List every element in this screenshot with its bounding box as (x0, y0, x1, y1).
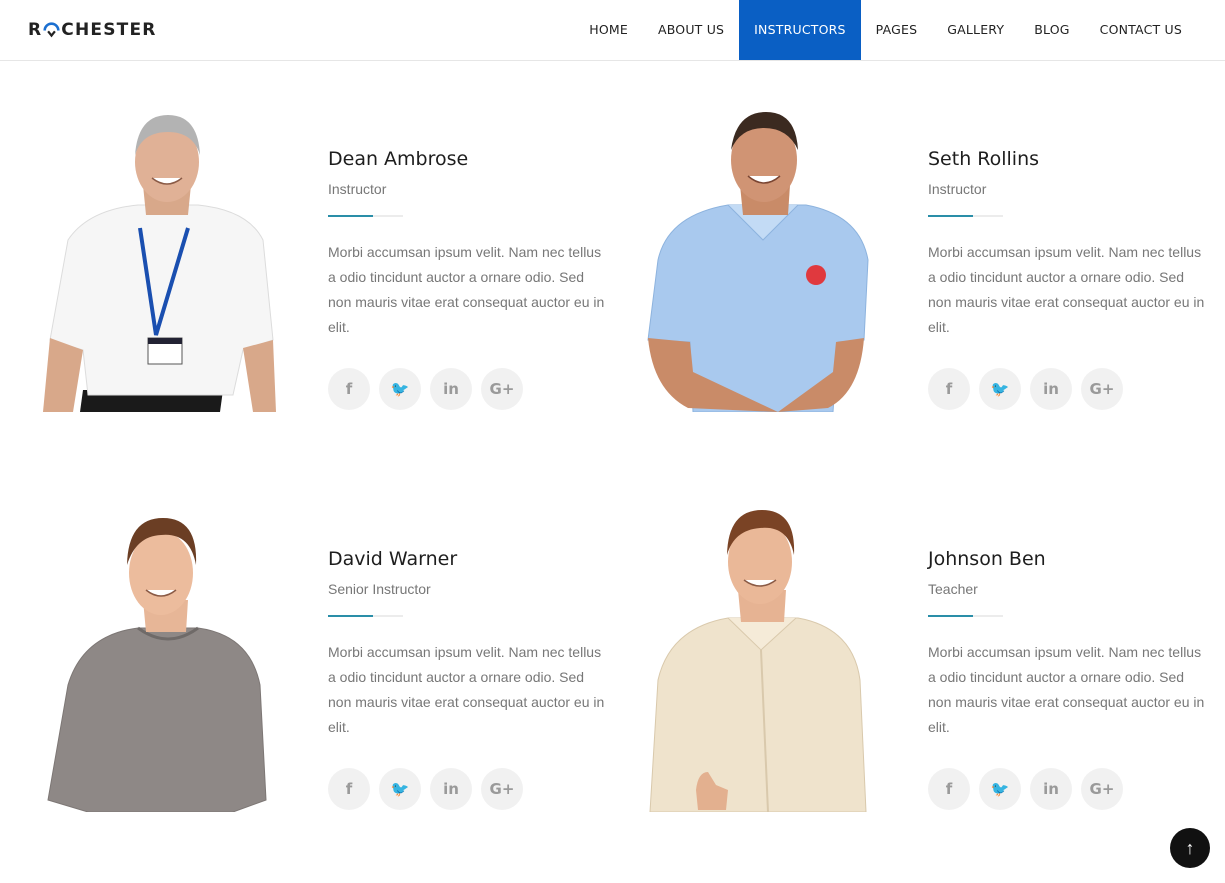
instructor-description: Morbi accumsan ipsum velit. Nam nec tell… (328, 244, 605, 335)
instructor-info: Seth Rollins Instructor Morbi accumsan i… (928, 148, 1208, 340)
instructor-role: Instructor (928, 181, 987, 197)
social-links: f 🐦 in G+ (928, 768, 1123, 810)
instructor-name: David Warner (328, 548, 458, 570)
linkedin-icon[interactable]: in (430, 368, 472, 410)
site-header: R CHESTER HOME ABOUT US INSTRUCTORS PAGE… (0, 0, 1225, 61)
instructor-card: David Warner Senior Instructor Morbi acc… (28, 510, 628, 830)
social-links: f 🐦 in G+ (328, 368, 523, 410)
logo-text-left: R (28, 20, 43, 40)
instructor-name: Dean Ambrose (328, 148, 469, 170)
google-plus-icon[interactable]: G+ (1081, 768, 1123, 810)
instructor-photo (47, 518, 267, 812)
facebook-icon[interactable]: f (928, 368, 970, 410)
divider (328, 615, 403, 617)
nav-gallery[interactable]: GALLERY (932, 0, 1019, 60)
instructor-description: Morbi accumsan ipsum velit. Nam nec tell… (928, 244, 1205, 335)
instructor-name: Seth Rollins (928, 148, 1040, 170)
twitter-icon[interactable]: 🐦 (979, 768, 1021, 810)
main-nav: HOME ABOUT US INSTRUCTORS PAGES GALLERY … (574, 0, 1197, 60)
instructor-name: Johnson Ben (928, 548, 1046, 570)
nav-pages[interactable]: PAGES (861, 0, 933, 60)
facebook-icon[interactable]: f (928, 768, 970, 810)
instructor-role: Instructor (328, 181, 387, 197)
instructor-photo (649, 510, 867, 812)
site-logo[interactable]: R CHESTER (28, 19, 157, 41)
social-links: f 🐦 in G+ (928, 368, 1123, 410)
instructor-description: Morbi accumsan ipsum velit. Nam nec tell… (328, 644, 605, 735)
divider (928, 215, 1003, 217)
instructor-card: Seth Rollins Instructor Morbi accumsan i… (628, 110, 1225, 430)
google-plus-icon[interactable]: G+ (1081, 368, 1123, 410)
nav-blog[interactable]: BLOG (1019, 0, 1084, 60)
instructor-photo (647, 112, 869, 412)
arrow-up-icon: ↑ (1185, 837, 1195, 858)
linkedin-icon[interactable]: in (1030, 768, 1072, 810)
instructor-photo (43, 115, 276, 412)
instructor-info: Johnson Ben Teacher Morbi accumsan ipsum… (928, 548, 1208, 740)
facebook-icon[interactable]: f (328, 768, 370, 810)
logo-text-right: CHESTER (61, 20, 157, 40)
nav-about-us[interactable]: ABOUT US (643, 0, 739, 60)
instructor-description: Morbi accumsan ipsum velit. Nam nec tell… (928, 644, 1205, 735)
nav-instructors[interactable]: INSTRUCTORS (739, 0, 861, 60)
facebook-icon[interactable]: f (328, 368, 370, 410)
linkedin-icon[interactable]: in (1030, 368, 1072, 410)
instructor-card: Johnson Ben Teacher Morbi accumsan ipsum… (628, 510, 1225, 830)
instructor-card: Dean Ambrose Instructor Morbi accumsan i… (28, 110, 628, 430)
nav-home[interactable]: HOME (574, 0, 643, 60)
twitter-icon[interactable]: 🐦 (379, 368, 421, 410)
twitter-icon[interactable]: 🐦 (379, 768, 421, 810)
steering-wheel-icon (43, 21, 60, 37)
social-links: f 🐦 in G+ (328, 768, 523, 810)
instructor-role: Senior Instructor (328, 581, 431, 597)
instructor-info: Dean Ambrose Instructor Morbi accumsan i… (328, 148, 608, 340)
instructor-info: David Warner Senior Instructor Morbi acc… (328, 548, 608, 740)
scroll-to-top-button[interactable]: ↑ (1170, 828, 1210, 868)
nav-contact-us[interactable]: CONTACT US (1085, 0, 1197, 60)
divider (928, 615, 1003, 617)
google-plus-icon[interactable]: G+ (481, 768, 523, 810)
twitter-icon[interactable]: 🐦 (979, 368, 1021, 410)
linkedin-icon[interactable]: in (430, 768, 472, 810)
google-plus-icon[interactable]: G+ (481, 368, 523, 410)
divider (328, 215, 403, 217)
instructor-role: Teacher (928, 581, 978, 597)
